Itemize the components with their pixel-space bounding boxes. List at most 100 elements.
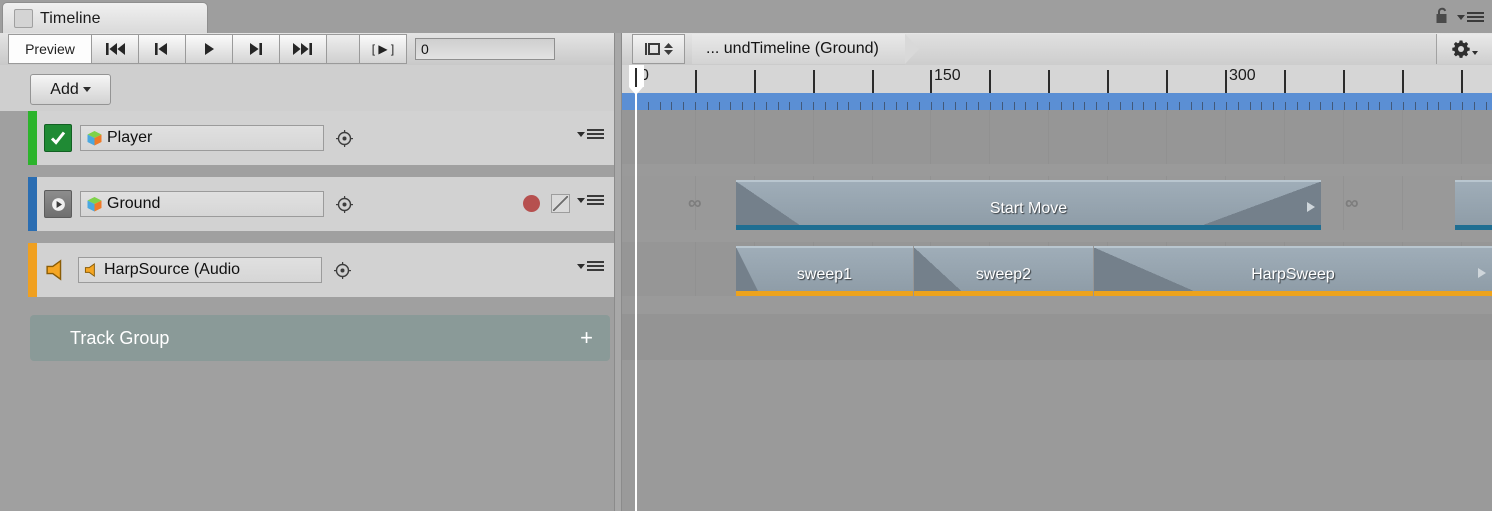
- lane-gridline: [1343, 176, 1344, 230]
- playhead-marker[interactable]: [629, 65, 644, 95]
- target-picker-icon[interactable]: [336, 195, 353, 213]
- track-menu-icon[interactable]: [587, 129, 604, 139]
- padlock-open-icon[interactable]: [1435, 7, 1450, 27]
- ruler-minor-tick: [730, 102, 731, 110]
- timeline-lane-track-group[interactable]: [622, 314, 1492, 360]
- timeline-clip[interactable]: sweep2: [914, 246, 1093, 296]
- ruler-minor-tick: [1084, 102, 1085, 110]
- play-button[interactable]: [186, 34, 233, 64]
- lane-gridline: [1402, 110, 1403, 164]
- ruler-minor-tick: [1309, 102, 1310, 110]
- ruler-minor-tick: [896, 102, 897, 110]
- ruler-minor-tick: [1379, 102, 1380, 110]
- add-track-button[interactable]: Add: [30, 74, 111, 105]
- ruler-minor-tick: [1226, 102, 1227, 110]
- timeline-lane-ground[interactable]: ∞ ∞ Start Move: [622, 176, 1492, 230]
- track-name-field[interactable]: HarpSource (Audio: [78, 257, 322, 283]
- timeline-clip[interactable]: sweep1: [736, 246, 913, 296]
- track-name-field[interactable]: Player: [80, 125, 324, 151]
- checkmark-toggle-icon[interactable]: [44, 124, 72, 152]
- lane-gridline: [872, 110, 873, 164]
- lane-gridline: [695, 242, 696, 296]
- track-menu[interactable]: [577, 129, 604, 139]
- tab-timeline[interactable]: Timeline: [2, 2, 208, 34]
- ruler-minor-tick: [943, 102, 944, 110]
- track-group-header[interactable]: Track Group +: [30, 315, 610, 361]
- track-menu[interactable]: [577, 195, 604, 205]
- ruler-major-tick: [1461, 70, 1463, 93]
- track-menu-icon[interactable]: [587, 261, 604, 271]
- clip-underline: [1094, 291, 1492, 296]
- ruler-minor-tick: [695, 102, 696, 110]
- hamburger-menu-icon[interactable]: [1457, 12, 1484, 22]
- preview-button[interactable]: Preview: [8, 34, 92, 64]
- ruler-minor-tick: [1332, 102, 1333, 110]
- toolbar-spacer: [327, 34, 360, 64]
- track-color-bar: [28, 111, 37, 165]
- ruler-minor-tick: [1415, 102, 1416, 110]
- track-menu[interactable]: [577, 261, 604, 271]
- breadcrumb[interactable]: ... undTimeline (Ground): [692, 34, 919, 64]
- ruler-major-tick: [1048, 70, 1050, 93]
- track-menu-icon[interactable]: [587, 195, 604, 205]
- ruler-minor-tick: [1356, 102, 1357, 110]
- gear-icon[interactable]: [1436, 34, 1492, 64]
- ruler-minor-tick: [1167, 102, 1168, 110]
- lane-gridline: [754, 110, 755, 164]
- ruler-minor-tick: [1273, 102, 1274, 110]
- track-group-label: Track Group: [70, 327, 170, 348]
- ruler-major-tick: [930, 70, 932, 93]
- track-name-field[interactable]: Ground: [80, 191, 324, 217]
- ruler-minor-tick: [1155, 102, 1156, 110]
- ruler-minor-tick: [766, 102, 767, 110]
- ruler-minor-tick: [1049, 102, 1050, 110]
- target-picker-icon[interactable]: [334, 261, 351, 279]
- clip-underline: [1455, 225, 1492, 230]
- track-group-add-button[interactable]: +: [580, 327, 593, 349]
- timeline-lane-harpsource[interactable]: sweep1 sweep2 HarpSweep: [622, 242, 1492, 296]
- timeline-clip[interactable]: HarpSweep: [1094, 246, 1492, 296]
- frame-field[interactable]: 0: [415, 38, 555, 60]
- lane-gridline: [695, 110, 696, 164]
- record-dot-icon[interactable]: [523, 195, 540, 212]
- track-row-ground[interactable]: Ground: [28, 177, 614, 231]
- target-picker-icon[interactable]: [336, 129, 353, 147]
- ruler-minor-tick: [1002, 102, 1003, 110]
- speaker-toggle-icon[interactable]: [44, 257, 70, 283]
- panel-splitter[interactable]: [614, 33, 622, 511]
- ruler-minor-tick: [1214, 102, 1215, 110]
- caret-down-icon: [577, 197, 585, 203]
- skip-to-end-button[interactable]: [280, 34, 327, 64]
- next-frame-button[interactable]: [233, 34, 280, 64]
- clip-label: Start Move: [989, 200, 1068, 217]
- ruler-minor-tick: [1108, 102, 1109, 110]
- ruler-minor-tick: [1474, 102, 1475, 110]
- time-ruler[interactable]: 0 150 300: [622, 65, 1492, 111]
- left-panel: Preview [ ▶ ] 0 Add Player Ground HarpSo…: [0, 33, 614, 511]
- ruler-minor-tick: [1344, 102, 1345, 110]
- ruler-major-tick: [1225, 70, 1227, 93]
- timeline-lane-player[interactable]: [622, 110, 1492, 164]
- play-range-button[interactable]: [ ▶ ]: [360, 34, 407, 64]
- ruler-minor-tick: [1132, 102, 1133, 110]
- ruler-minor-tick: [754, 102, 755, 110]
- play-circle-toggle-icon[interactable]: [44, 190, 72, 218]
- track-row-player[interactable]: Player: [28, 111, 614, 165]
- ruler-major-tick: [1402, 70, 1404, 93]
- playhead-line[interactable]: [635, 65, 637, 511]
- ruler-minor-tick: [1403, 102, 1404, 110]
- ruler-minor-tick: [1073, 102, 1074, 110]
- sequence-selector-icon[interactable]: [632, 34, 685, 64]
- ruler-major-tick: [1284, 70, 1286, 93]
- lane-gridline: [1107, 110, 1108, 164]
- ruler-minor-tick: [1285, 102, 1286, 110]
- clip-play-arrow-icon: [1478, 268, 1486, 278]
- track-row-harpsource[interactable]: HarpSource (Audio: [28, 243, 614, 297]
- add-track-row: Add: [0, 65, 614, 112]
- animation-curves-icon[interactable]: [551, 194, 570, 213]
- skip-to-start-button[interactable]: [92, 34, 139, 64]
- timeline-clip[interactable]: [1455, 180, 1492, 230]
- previous-frame-button[interactable]: [139, 34, 186, 64]
- ruler-minor-tick: [1096, 102, 1097, 110]
- timeline-clip[interactable]: Start Move: [736, 180, 1321, 230]
